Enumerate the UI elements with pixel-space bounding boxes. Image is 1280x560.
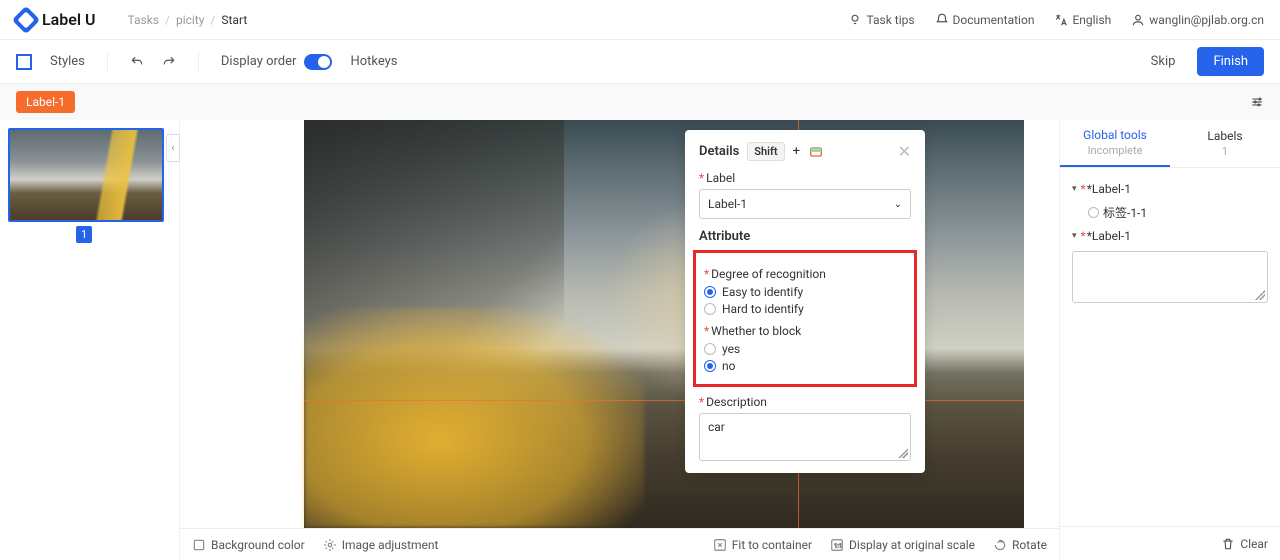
tagbar-settings-icon[interactable] — [1250, 95, 1264, 109]
breadcrumb-item: Start — [221, 13, 247, 27]
task-tips-link[interactable]: Task tips — [848, 13, 914, 27]
hotkey-badge: Shift — [747, 142, 784, 161]
hotkeys-link[interactable]: Hotkeys — [350, 54, 397, 69]
label-field-label: Label — [706, 171, 735, 185]
documentation-link[interactable]: Documentation — [935, 13, 1035, 27]
description-label: Description — [706, 395, 767, 409]
radio-icon — [704, 343, 716, 355]
main-toolbar: Styles Display order Hotkeys Skip Finish — [0, 40, 1280, 84]
right-panel: Global tools Incomplete Labels 1 ▾**Labe… — [1060, 120, 1280, 560]
details-title: Details — [699, 144, 739, 159]
caret-down-icon: ▾ — [1072, 184, 1077, 194]
resize-handle-icon[interactable] — [1255, 290, 1265, 300]
thumbnail-item[interactable] — [8, 128, 164, 222]
attr2-label: Whether to block — [711, 324, 801, 338]
label-select-value: Label-1 — [708, 197, 747, 211]
radio-icon — [1088, 207, 1099, 218]
original-scale-button[interactable]: 1:1 Display at original scale — [830, 538, 975, 552]
finish-button[interactable]: Finish — [1197, 47, 1264, 76]
collapse-sidebar-button[interactable]: ‹ — [166, 134, 180, 162]
logo-icon — [12, 5, 40, 33]
breadcrumb: Tasks / picity / Start — [128, 13, 248, 27]
tab-labels[interactable]: Labels 1 — [1170, 120, 1280, 167]
styles-link[interactable]: Styles — [50, 54, 85, 69]
canvas-stage[interactable]: Details Shift + ✕ *Label Label-1 ⌄ Attri… — [180, 120, 1059, 528]
tab-global-tools[interactable]: Global tools Incomplete — [1060, 120, 1170, 167]
description-textarea[interactable]: car — [699, 413, 911, 461]
lightbulb-icon — [848, 13, 862, 27]
tag-bar: Label-1 — [0, 84, 1280, 120]
attr1-option-easy[interactable]: Easy to identify — [704, 285, 906, 299]
skip-button[interactable]: Skip — [1141, 48, 1186, 75]
rectangle-tool-icon[interactable] — [16, 54, 32, 70]
user-menu[interactable]: wanglin@pjlab.org.cn — [1131, 13, 1264, 27]
bell-icon — [935, 13, 949, 27]
image-adjust-button[interactable]: Image adjustment — [323, 538, 439, 552]
attr2-option-yes[interactable]: yes — [704, 342, 906, 356]
thumbnail-sidebar: 1 ‹ — [0, 120, 180, 560]
resize-handle-icon[interactable] — [898, 448, 908, 458]
redo-icon[interactable] — [162, 55, 176, 69]
thumbnail-index: 1 — [76, 226, 92, 243]
label-select[interactable]: Label-1 ⌄ — [699, 189, 911, 219]
app-header: Label U Tasks / picity / Start Task tips… — [0, 0, 1280, 40]
language-switcher[interactable]: English — [1054, 13, 1111, 27]
display-order-label: Display order — [221, 54, 297, 69]
attribute-heading: Attribute — [699, 229, 911, 244]
display-order-toggle[interactable] — [304, 54, 332, 70]
attr1-label: Degree of recognition — [711, 267, 826, 281]
user-icon — [1131, 13, 1145, 27]
undo-icon[interactable] — [130, 55, 144, 69]
translate-icon — [1054, 13, 1068, 27]
brand-logo[interactable]: Label U — [16, 10, 96, 30]
svg-text:1:1: 1:1 — [834, 543, 842, 549]
radio-icon — [704, 303, 716, 315]
workspace: 1 ‹ Details Shift + ✕ *Label — [0, 120, 1280, 560]
tree-group[interactable]: ▾**Label-1 — [1072, 225, 1268, 247]
brand-name: Label U — [42, 10, 96, 29]
close-icon[interactable]: ✕ — [898, 142, 911, 161]
canvas-area: Details Shift + ✕ *Label Label-1 ⌄ Attri… — [180, 120, 1060, 560]
chevron-down-icon: ⌄ — [894, 199, 902, 210]
trash-icon — [1221, 537, 1235, 551]
rotate-button[interactable]: Rotate — [993, 538, 1047, 552]
clear-button[interactable]: Clear — [1221, 537, 1268, 551]
canvas-footer: Background color Image adjustment Fit to… — [180, 528, 1059, 560]
details-panel: Details Shift + ✕ *Label Label-1 ⌄ Attri… — [685, 130, 925, 473]
bg-color-toggle[interactable]: Background color — [192, 538, 305, 552]
radio-icon — [704, 360, 716, 372]
plus-text: + — [793, 144, 800, 159]
tree-group[interactable]: ▾**Label-1 — [1072, 178, 1268, 200]
breadcrumb-item[interactable]: Tasks — [128, 13, 160, 27]
fit-container-button[interactable]: Fit to container — [713, 538, 812, 552]
attr1-option-hard[interactable]: Hard to identify — [704, 302, 906, 316]
active-label-tag[interactable]: Label-1 — [16, 91, 75, 113]
tree-child[interactable]: 标签-1-1 — [1072, 200, 1268, 225]
keycap-icon — [808, 144, 824, 160]
side-textarea[interactable] — [1072, 251, 1268, 303]
highlighted-attributes: *Degree of recognition Easy to identify … — [693, 250, 917, 387]
radio-icon — [704, 286, 716, 298]
breadcrumb-item[interactable]: picity — [176, 13, 204, 27]
attr2-option-no[interactable]: no — [704, 359, 906, 373]
caret-down-icon: ▾ — [1072, 231, 1077, 241]
